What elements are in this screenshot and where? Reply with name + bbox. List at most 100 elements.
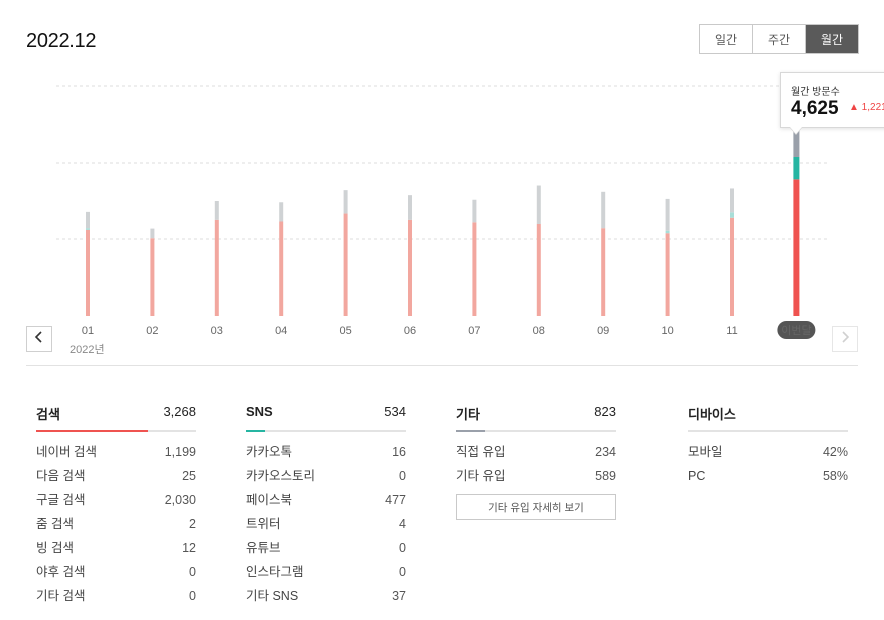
row-label: 야후 검색: [36, 565, 86, 579]
row-label: 기타 유입: [456, 469, 506, 483]
list-item: 인스타그램 0: [246, 564, 406, 588]
chevron-right-icon: [840, 330, 850, 348]
device-stats-panel: 디바이스 모바일 42% PC 58%: [688, 404, 848, 492]
row-value: 0: [399, 469, 406, 483]
x-tick-label: 10: [661, 325, 673, 337]
bar-other-10[interactable]: [665, 198, 670, 231]
list-item: 기타 유입 589: [456, 468, 616, 492]
bar-search-1[interactable]: [86, 229, 90, 316]
bar-sns-12[interactable]: [793, 157, 800, 180]
row-label: 유튜브: [246, 541, 281, 555]
row-value: 0: [189, 589, 196, 603]
sns-stats-header: SNS 534: [246, 404, 406, 430]
list-item: 직접 유입 234: [456, 444, 616, 468]
x-tick-label: 11: [726, 325, 737, 337]
list-item: 카카오톡 16: [246, 444, 406, 468]
list-item: 줌 검색 2: [36, 516, 196, 540]
row-label: 다음 검색: [36, 469, 86, 483]
bar-search-5[interactable]: [343, 213, 348, 316]
bar-search-12[interactable]: [793, 179, 800, 316]
tooltip-delta: ▲ 1,221: [849, 102, 884, 113]
list-item: 기타 SNS 37: [246, 588, 406, 612]
bar-other-3[interactable]: [214, 201, 219, 220]
row-value: 37: [392, 589, 406, 603]
bar-search-11[interactable]: [730, 217, 734, 316]
row-label: 모바일: [688, 445, 723, 459]
row-label: 빙 검색: [36, 541, 74, 555]
device-stats-header: 디바이스: [688, 404, 848, 430]
row-value: 0: [399, 541, 406, 555]
row-label: 페이스북: [246, 493, 293, 507]
bar-search-10[interactable]: [665, 233, 670, 316]
next-period-button[interactable]: [832, 326, 858, 352]
list-item: 네이버 검색 1,199: [36, 444, 196, 468]
section-divider: [26, 365, 858, 366]
list-item: 페이스북 477: [246, 492, 406, 516]
row-value: 477: [385, 493, 406, 507]
row-value: 589: [595, 469, 616, 483]
row-value: 0: [399, 565, 406, 579]
bar-other-4[interactable]: [279, 202, 284, 222]
row-value: 42%: [822, 445, 848, 459]
sns-stats-title: SNS: [246, 404, 273, 419]
row-value: 2,030: [164, 493, 196, 507]
other-inflow-detail-button[interactable]: 기타 유입 자세히 보기: [456, 494, 616, 520]
bar-other-9[interactable]: [601, 191, 606, 229]
bar-other-8[interactable]: [536, 185, 541, 224]
bar-search-6[interactable]: [408, 219, 412, 316]
bar-sns-1[interactable]: [86, 228, 90, 230]
row-label: 인스타그램: [246, 565, 304, 579]
bar-other-11[interactable]: [730, 188, 734, 213]
bar-other-5[interactable]: [343, 190, 348, 214]
bar-sns-10[interactable]: [665, 230, 670, 234]
bar-other-6[interactable]: [408, 195, 412, 220]
device-divider: [688, 430, 848, 432]
visits-tooltip: 월간 방문수 4,625 ▲ 1,221: [780, 72, 884, 128]
row-value: 1,199: [164, 445, 196, 459]
prev-period-button[interactable]: [26, 326, 52, 352]
bar-sns-11[interactable]: [730, 212, 734, 218]
search-stats-panel: 검색 3,268 네이버 검색 1,199 다음 검색 25 구글 검색 2,030 …: [36, 404, 196, 612]
row-label: 트위터: [246, 517, 281, 531]
row-value: 25: [182, 469, 196, 483]
row-value: 12: [182, 541, 196, 555]
bar-search-7[interactable]: [472, 222, 477, 316]
year-label: 2022년: [70, 344, 105, 356]
list-item: 트위터 4: [246, 516, 406, 540]
search-share-fill: [36, 430, 148, 432]
x-tick-label: 09: [597, 325, 609, 337]
other-stats-header: 기타 823: [456, 404, 616, 430]
tooltip-value: 4,625: [791, 98, 839, 119]
bar-search-2[interactable]: [150, 238, 155, 316]
other-stats-title: 기타: [456, 407, 480, 422]
chevron-left-icon: [34, 330, 44, 348]
list-item: 야후 검색 0: [36, 564, 196, 588]
search-stats-title: 검색: [36, 407, 60, 422]
row-label: 카카오톡: [246, 445, 293, 459]
other-share-fill: [456, 430, 485, 432]
list-item: 모바일 42%: [688, 444, 848, 468]
x-tick-label: 01: [82, 325, 94, 337]
list-item: 다음 검색 25: [36, 468, 196, 492]
bar-other-2[interactable]: [150, 228, 155, 239]
row-label: 네이버 검색: [36, 445, 97, 459]
bar-search-4[interactable]: [279, 221, 284, 316]
row-label: 구글 검색: [36, 493, 86, 507]
bar-other-1[interactable]: [86, 211, 90, 229]
x-tick-label: 08: [533, 325, 545, 337]
row-value: 2: [189, 517, 196, 531]
bar-search-8[interactable]: [536, 224, 541, 316]
x-tick-label: 06: [404, 325, 416, 337]
device-stats-title: 디바이스: [688, 407, 736, 422]
bar-search-3[interactable]: [214, 219, 219, 316]
sns-stats-total: 534: [384, 404, 406, 419]
list-item: 카카오스토리 0: [246, 468, 406, 492]
search-stats-total: 3,268: [163, 404, 196, 419]
bar-other-7[interactable]: [472, 199, 477, 223]
other-share-bar: [456, 430, 616, 432]
x-tick-label: 07: [468, 325, 480, 337]
other-stats-panel: 기타 823 직접 유입 234 기타 유입 589 기타 유입 자세히 보기: [456, 404, 616, 520]
row-value: 16: [392, 445, 406, 459]
row-value: 4: [399, 517, 406, 531]
bar-search-9[interactable]: [601, 228, 606, 316]
